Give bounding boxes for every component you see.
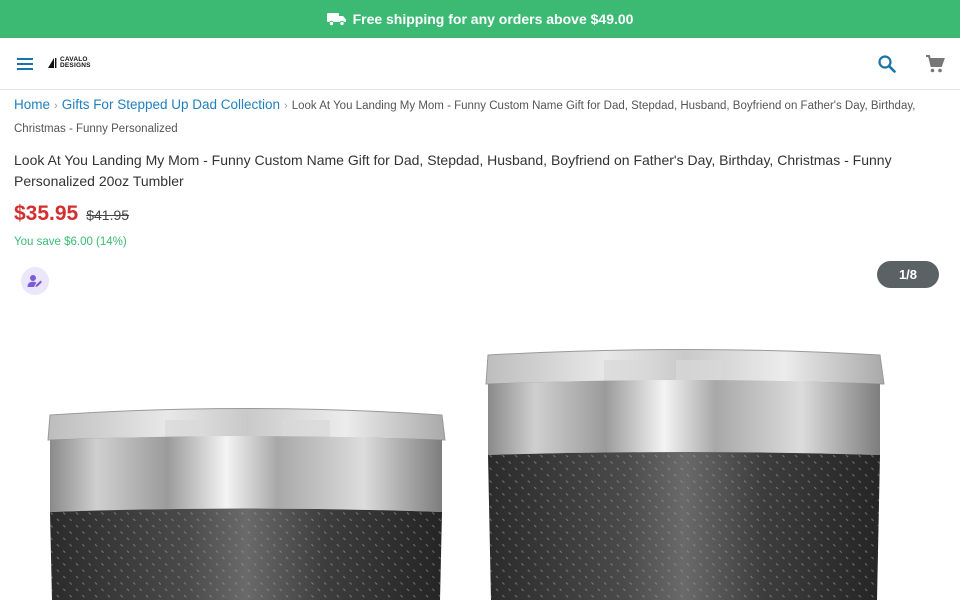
product-title: Look At You Landing My Mom - Funny Custo… <box>14 152 892 189</box>
person-edit-icon <box>27 275 42 287</box>
personalize-badge[interactable] <box>21 267 49 295</box>
price-row: $35.95 $41.95 <box>14 202 129 226</box>
gallery-counter: 1/8 <box>877 261 939 288</box>
site-header: CAVALO DESIGNS <box>0 38 960 90</box>
compare-at-price: $41.95 <box>86 207 130 223</box>
logo-text-line2: DESIGNS <box>60 62 91 69</box>
search-icon[interactable] <box>876 53 898 75</box>
chevron-right-icon: › <box>54 100 58 112</box>
brand-logo[interactable]: CAVALO DESIGNS <box>48 56 91 70</box>
promo-text: Free shipping for any orders above $49.0… <box>352 11 634 27</box>
product-image[interactable] <box>0 300 960 600</box>
breadcrumb-collection-link[interactable]: Gifts For Stepped Up Dad Collection <box>62 97 280 112</box>
cart-icon[interactable] <box>924 53 946 75</box>
savings-text: You save $6.00 (14%) <box>14 236 127 248</box>
truck-icon <box>326 13 346 26</box>
tumbler-right <box>485 349 885 600</box>
chevron-right-icon: › <box>284 100 288 112</box>
logo-mark-icon <box>48 58 57 68</box>
product-price: $35.95 <box>14 202 79 225</box>
tumbler-left <box>47 408 446 600</box>
promo-bar: Free shipping for any orders above $49.0… <box>0 0 960 38</box>
breadcrumb: Home › Gifts For Stepped Up Dad Collection… <box>14 93 934 141</box>
hamburger-menu-icon[interactable] <box>14 53 36 75</box>
breadcrumb-home-link[interactable]: Home <box>14 97 50 112</box>
